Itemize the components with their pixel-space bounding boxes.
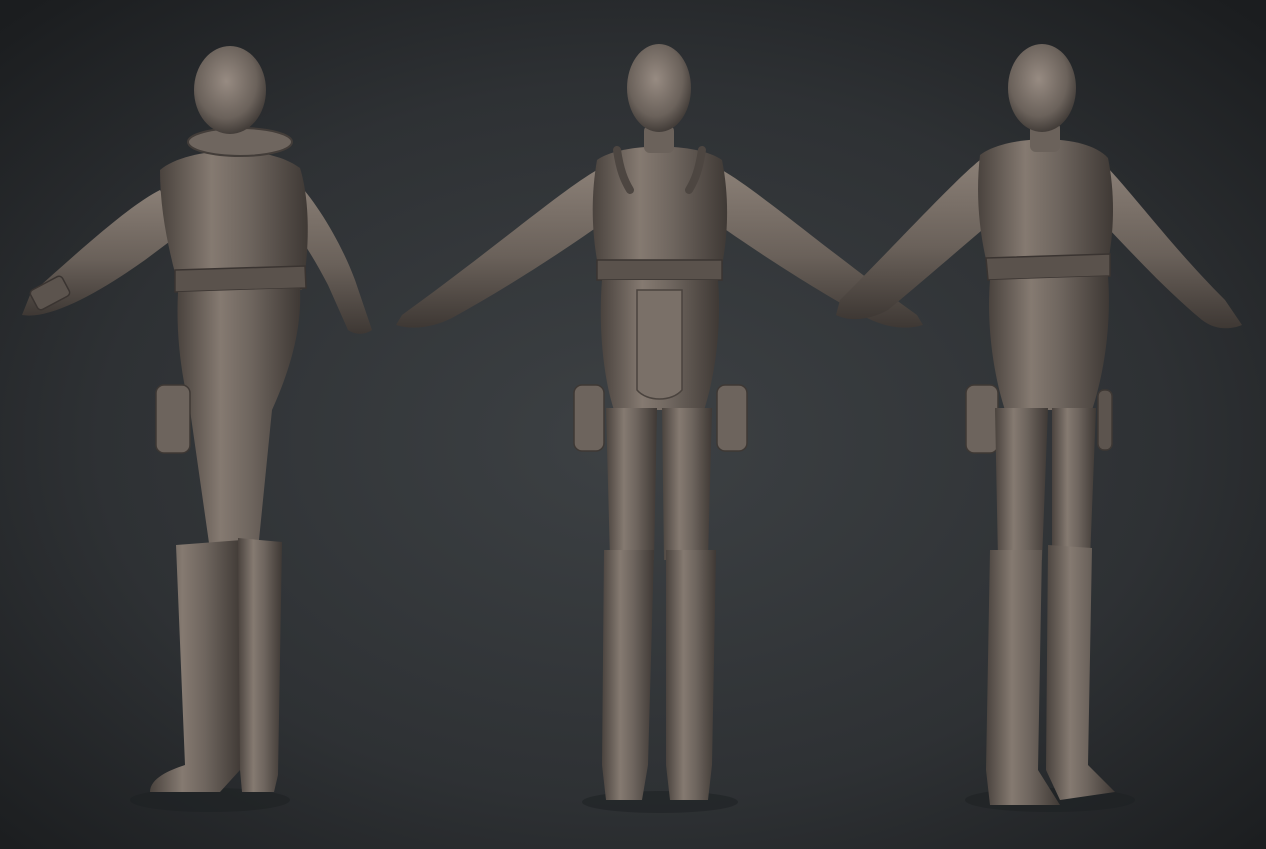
left-thigh-holster (965, 384, 999, 454)
left-boot (602, 550, 654, 800)
right-thigh-holster (716, 384, 748, 452)
jumpsuit-torso (989, 276, 1109, 410)
right-leg (662, 408, 712, 560)
left-arm (836, 160, 1000, 320)
left-boot (150, 540, 242, 792)
right-boot (666, 550, 716, 800)
right-boot (238, 538, 282, 792)
thigh-holster (155, 384, 191, 454)
chest-strap (596, 259, 723, 281)
left-leg (995, 408, 1048, 560)
head (627, 44, 691, 132)
head (194, 46, 266, 134)
chest-strap (985, 253, 1111, 281)
center-panel (636, 289, 683, 400)
right-boot (1046, 545, 1115, 800)
left-arm (396, 170, 607, 328)
left-leg (606, 408, 657, 560)
right-thigh-holster (1097, 389, 1113, 451)
viewport-canvas (0, 0, 1266, 849)
pants (177, 288, 301, 550)
figure-back-view (22, 46, 372, 812)
figure-three-quarter-view (836, 44, 1242, 812)
jacket-hem (174, 265, 307, 293)
left-thigh-holster (573, 384, 605, 452)
right-leg (1052, 408, 1096, 560)
right-arm (1100, 165, 1242, 329)
vest-torso (592, 146, 728, 275)
head (1008, 44, 1076, 132)
